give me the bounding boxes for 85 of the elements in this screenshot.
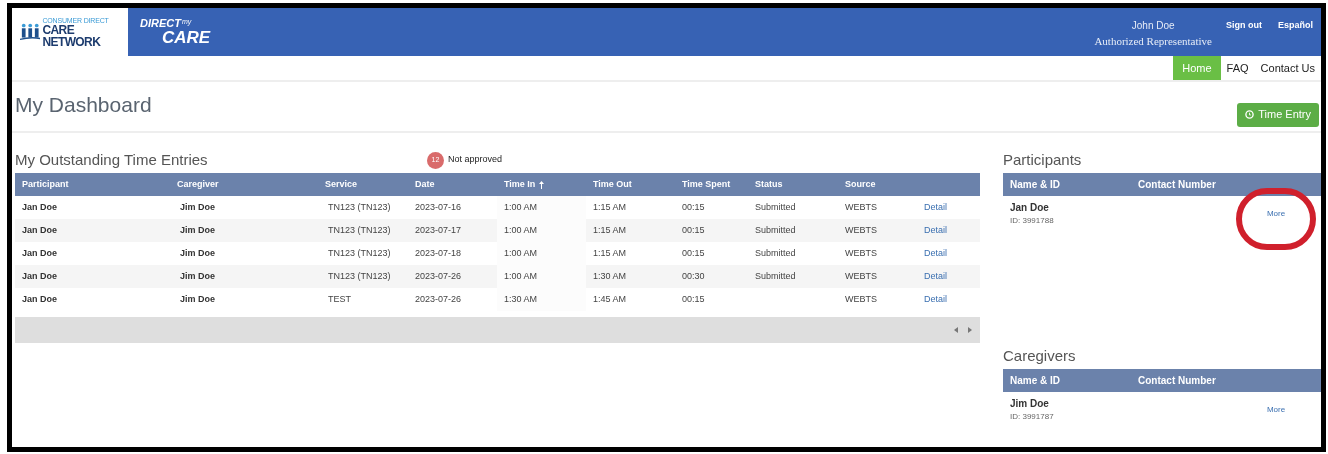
- status-label: Not approved: [448, 153, 503, 167]
- column-header[interactable]: Source: [838, 177, 922, 192]
- person-name: Jim Doe: [1010, 397, 1050, 411]
- table-cell-text: Submitted: [754, 246, 797, 260]
- more-link[interactable]: More: [1266, 403, 1286, 416]
- column-header[interactable]: Status: [748, 177, 838, 192]
- table-cell-text: 2023-07-16: [414, 200, 463, 214]
- detail-link[interactable]: Detail: [924, 292, 947, 307]
- table-cell-text: Jim Doe: [179, 292, 216, 306]
- page-title: My Dashboard: [15, 92, 152, 119]
- header-link[interactable]: Sign out: [1226, 19, 1262, 33]
- table-cell-text: Submitted: [754, 269, 797, 283]
- logo-text: DIRECT: [140, 18, 181, 29]
- table-cell-text: WEBTS: [844, 246, 878, 260]
- scroll-right-icon[interactable]: [968, 327, 972, 333]
- table-cell-text: Jan Doe: [21, 246, 58, 260]
- column-header: Contact Number: [1138, 374, 1217, 388]
- column-header[interactable]: Date: [408, 177, 497, 192]
- table-cell-text: WEBTS: [844, 269, 878, 283]
- table-cell-text: WEBTS: [844, 292, 878, 306]
- detail-link[interactable]: Detail: [924, 246, 947, 261]
- nav-tab[interactable]: Contact Us: [1254, 56, 1321, 80]
- column-header[interactable]: Caregiver: [170, 177, 318, 192]
- table-cell-text: Jan Doe: [21, 292, 58, 306]
- column-header: Name & ID: [1010, 374, 1061, 388]
- logo-text: CARE NETWORK: [42, 23, 101, 48]
- section-title: My Outstanding Time Entries: [15, 149, 209, 170]
- table-cell-text: 1:15 AM: [592, 200, 628, 214]
- horizontal-scrollbar[interactable]: [15, 317, 980, 343]
- column-header[interactable]: Time Out: [586, 177, 675, 192]
- table-cell-text: TN123 (TN123): [327, 200, 392, 214]
- table-cell-text: Jan Doe: [21, 200, 58, 214]
- table-cell: 1:00 AM: [497, 219, 586, 242]
- table-cell-text: Submitted: [754, 223, 797, 237]
- table-cell-text: 1:45 AM: [592, 292, 628, 306]
- table-cell-text: Jim Doe: [179, 200, 216, 214]
- header-link[interactable]: Español: [1278, 19, 1313, 33]
- person-name: Jan Doe: [1010, 201, 1050, 215]
- table-cell-text: TN123 (TN123): [327, 246, 392, 260]
- person-id: ID: 3991787: [1010, 411, 1054, 423]
- detail-link[interactable]: Detail: [924, 200, 947, 215]
- table-cell-text: 2023-07-26: [414, 269, 463, 283]
- table-cell: 1:00 AM: [497, 265, 586, 288]
- nav-tab[interactable]: FAQ: [1220, 56, 1255, 80]
- table-cell-text: 00:15: [681, 200, 706, 214]
- column-header: Name & ID: [1010, 178, 1061, 192]
- table-cell-text: Jim Doe: [179, 269, 216, 283]
- table-cell-text: TEST: [327, 292, 352, 306]
- table-cell-text: WEBTS: [844, 200, 878, 214]
- table-cell-text: 1:30 AM: [592, 269, 628, 283]
- table-cell-text: Jim Doe: [179, 246, 216, 260]
- column-header[interactable]: Participant: [15, 177, 170, 192]
- table-cell-text: 00:15: [681, 292, 706, 306]
- person-id: ID: 3991788: [1010, 215, 1054, 227]
- table-cell-text: 1:15 AM: [592, 223, 628, 237]
- detail-link[interactable]: Detail: [924, 223, 947, 238]
- scroll-left-icon[interactable]: [954, 327, 958, 333]
- column-header[interactable]: Time Spent: [675, 177, 748, 192]
- table-cell-text: WEBTS: [844, 223, 878, 237]
- column-header: Contact Number: [1138, 178, 1217, 192]
- logo-text: CARE: [161, 29, 211, 46]
- table-cell-text: 1:15 AM: [592, 246, 628, 260]
- table-cell-text: Jan Doe: [21, 269, 58, 283]
- table-cell-text: 2023-07-26: [414, 292, 463, 306]
- section-title: Caregivers: [1003, 345, 1077, 366]
- table-cell-text: 2023-07-17: [414, 223, 463, 237]
- table-cell-text: Jan Doe: [21, 223, 58, 237]
- column-header[interactable]: Service: [318, 177, 408, 192]
- more-link[interactable]: More: [1266, 207, 1286, 220]
- table-cell-text: TN123 (TN123): [327, 223, 392, 237]
- table-cell-text: 2023-07-18: [414, 246, 463, 260]
- time-entry-button[interactable]: Time Entry: [1237, 102, 1319, 127]
- table-cell-text: 00:30: [681, 269, 706, 283]
- clock-icon: [1245, 110, 1255, 119]
- table-cell-text: 00:15: [681, 246, 706, 260]
- table-cell-text: Submitted: [754, 200, 797, 214]
- user-role: Authorized Representative: [1094, 34, 1212, 49]
- detail-link[interactable]: Detail: [924, 269, 947, 284]
- table-cell-text: TN123 (TN123): [327, 269, 392, 283]
- column-header[interactable]: Time In: [497, 177, 586, 192]
- table-cell-text: 00:15: [681, 223, 706, 237]
- user-name: John Doe: [1131, 19, 1175, 33]
- people-icon: [20, 22, 41, 42]
- table-cell-text: Jim Doe: [179, 223, 216, 237]
- section-title: Participants: [1003, 149, 1083, 170]
